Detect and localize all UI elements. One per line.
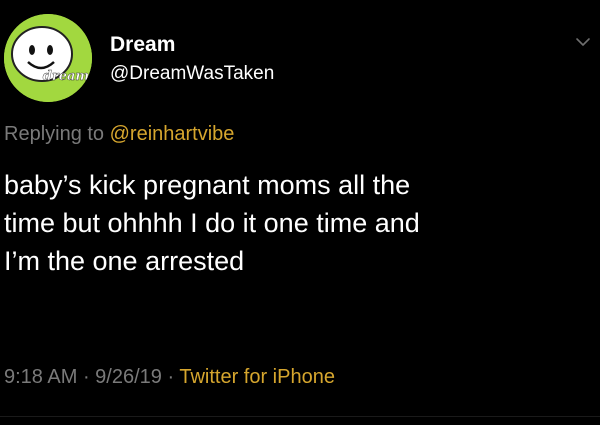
chevron-down-icon[interactable] bbox=[575, 36, 591, 48]
tweet-date: 9/26/19 bbox=[95, 366, 162, 388]
dream-face-icon: dream bbox=[4, 14, 92, 102]
reply-mention-link[interactable]: @reinhartvibe bbox=[110, 123, 235, 145]
tweet-meta: 9:18 AM · 9/26/19 · Twitter for iPhone bbox=[4, 364, 335, 390]
meta-separator: · bbox=[161, 366, 180, 388]
reply-context: Replying to @reinhartvibe bbox=[4, 121, 234, 147]
display-name[interactable]: Dream bbox=[110, 32, 274, 58]
divider bbox=[0, 416, 600, 417]
tweet-time: 9:18 AM bbox=[4, 366, 78, 388]
avatar-logo-text: dream bbox=[43, 69, 89, 84]
tweet-text: baby’s kick pregnant moms all the time b… bbox=[4, 170, 420, 276]
tweet-card: dream Dream @DreamWasTaken Replying to @… bbox=[0, 0, 600, 425]
user-handle[interactable]: @DreamWasTaken bbox=[110, 62, 274, 86]
user-names: Dream @DreamWasTaken bbox=[110, 32, 274, 86]
meta-separator: · bbox=[77, 366, 96, 388]
tweet-source-link[interactable]: Twitter for iPhone bbox=[179, 366, 335, 388]
avatar[interactable]: dream bbox=[4, 14, 92, 102]
reply-prefix: Replying to bbox=[4, 123, 110, 145]
